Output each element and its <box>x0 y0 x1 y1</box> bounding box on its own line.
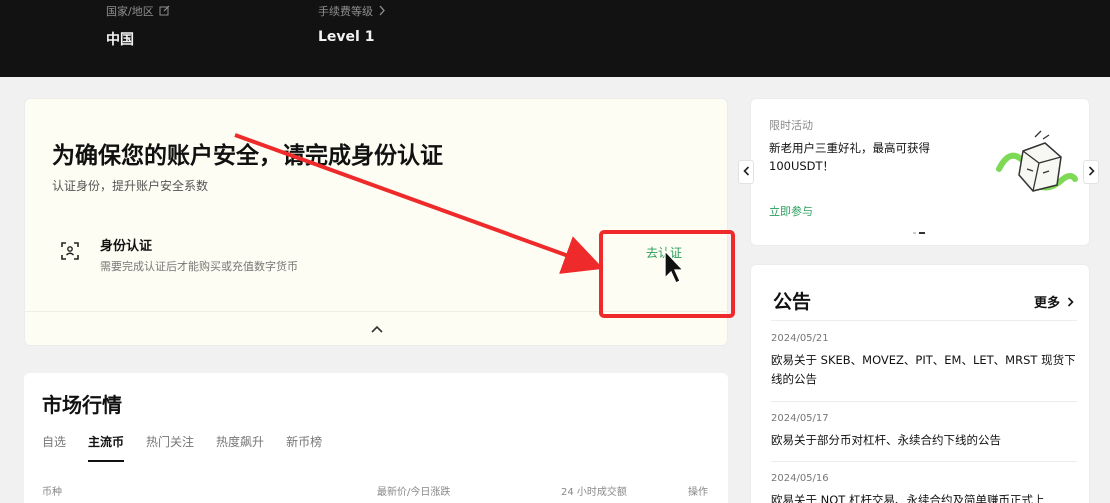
announcement-date: 2024/05/17 <box>771 413 829 424</box>
announcement-text[interactable]: 欧易关于 NOT 杠杆交易、永续合约及简单赚币正式上 <box>771 491 1077 503</box>
tab-gainers[interactable]: 热度飙升 <box>216 433 264 462</box>
column-header-coin: 币种 <box>42 487 62 498</box>
tab-mainstream[interactable]: 主流币 <box>88 433 125 462</box>
market-tabs: 自选 主流币 热门关注 热度飙升 新币榜 <box>42 433 344 462</box>
country-field[interactable]: 国家/地区 中国 <box>106 3 170 49</box>
fee-level-field[interactable]: 手续费等级 Level 1 <box>318 3 386 45</box>
identity-verification-card: 为确保您的账户安全，请完成身份认证 认证身份，提升账户安全系数 身份认证 需要完… <box>24 98 728 346</box>
gift-box-illustration <box>991 129 1081 199</box>
chevron-right-icon <box>1088 165 1095 179</box>
tab-trending[interactable]: 热门关注 <box>146 433 194 462</box>
promo-carousel-card[interactable]: 限时活动 新老用户三重好礼，最高可获得100USDT！ 立即参与 <box>750 98 1090 246</box>
carousel-indicator <box>913 232 925 234</box>
chevron-right-icon[interactable] <box>378 5 386 18</box>
identity-verification-label: 身份认证 <box>100 239 153 254</box>
market-overview-card: 市场行情 自选 主流币 热门关注 热度飙升 新币榜 币种 最新价/今日涨跌 24… <box>24 373 728 503</box>
account-header-bar: 国家/地区 中国 手续费等级 Level 1 <box>0 0 1110 77</box>
country-label: 国家/地区 <box>106 5 154 18</box>
carousel-dot[interactable] <box>913 232 916 234</box>
promo-label: 限时活动 <box>769 119 813 132</box>
promo-join-link[interactable]: 立即参与 <box>769 203 813 219</box>
chevron-right-icon <box>1067 296 1074 311</box>
divider <box>771 401 1077 402</box>
announcement-date: 2024/05/16 <box>771 473 829 484</box>
announcements-card: 公告 更多 2024/05/21 欧易关于 SKEB、MOVEZ、PIT、EM、… <box>750 264 1090 503</box>
verification-title: 为确保您的账户安全，请完成身份认证 <box>52 143 443 169</box>
more-label: 更多 <box>1034 296 1061 311</box>
announcement-item[interactable]: 2024/05/21 欧易关于 SKEB、MOVEZ、PIT、EM、LET、MR… <box>771 333 1077 389</box>
chevron-left-icon <box>742 165 750 179</box>
divider <box>771 320 1077 321</box>
edit-icon[interactable] <box>159 5 170 18</box>
go-verify-link[interactable]: 去认证 <box>646 244 682 261</box>
fee-level-value: Level 1 <box>318 29 375 45</box>
column-header-action: 操作 <box>688 487 708 498</box>
column-header-price[interactable]: 最新价/今日涨跌 <box>377 483 450 498</box>
identity-verification-desc: 需要完成认证后才能购买或充值数字货币 <box>100 260 298 273</box>
announcement-text[interactable]: 欧易关于部分币对杠杆、永续合约下线的公告 <box>771 431 1077 450</box>
collapse-chevron-up-icon[interactable] <box>371 319 383 333</box>
carousel-dot-active[interactable] <box>919 232 925 234</box>
tab-new-listings[interactable]: 新币榜 <box>286 433 322 462</box>
divider <box>771 461 1077 462</box>
announcement-item[interactable]: 2024/05/17 欧易关于部分币对杠杆、永续合约下线的公告 <box>771 413 1077 450</box>
announcements-title: 公告 <box>773 291 812 313</box>
market-title: 市场行情 <box>42 393 122 417</box>
fee-level-label: 手续费等级 <box>318 5 373 18</box>
announcement-date: 2024/05/21 <box>771 333 829 344</box>
column-header-volume[interactable]: 24 小时成交额 <box>561 483 627 498</box>
carousel-prev-button[interactable] <box>738 160 754 184</box>
face-scan-icon <box>60 241 80 261</box>
more-announcements-link[interactable]: 更多 <box>1034 292 1074 311</box>
promo-text: 新老用户三重好礼，最高可获得100USDT！ <box>769 141 930 173</box>
announcement-text[interactable]: 欧易关于 SKEB、MOVEZ、PIT、EM、LET、MRST 现货下线的公告 <box>771 351 1077 389</box>
tab-favorites[interactable]: 自选 <box>42 433 66 462</box>
verification-subtitle: 认证身份，提升账户安全系数 <box>52 179 209 193</box>
carousel-next-button[interactable] <box>1083 160 1099 184</box>
announcement-item[interactable]: 2024/05/16 欧易关于 NOT 杠杆交易、永续合约及简单赚币正式上 <box>771 473 1077 503</box>
country-value: 中国 <box>106 32 134 48</box>
card-divider <box>25 311 727 312</box>
